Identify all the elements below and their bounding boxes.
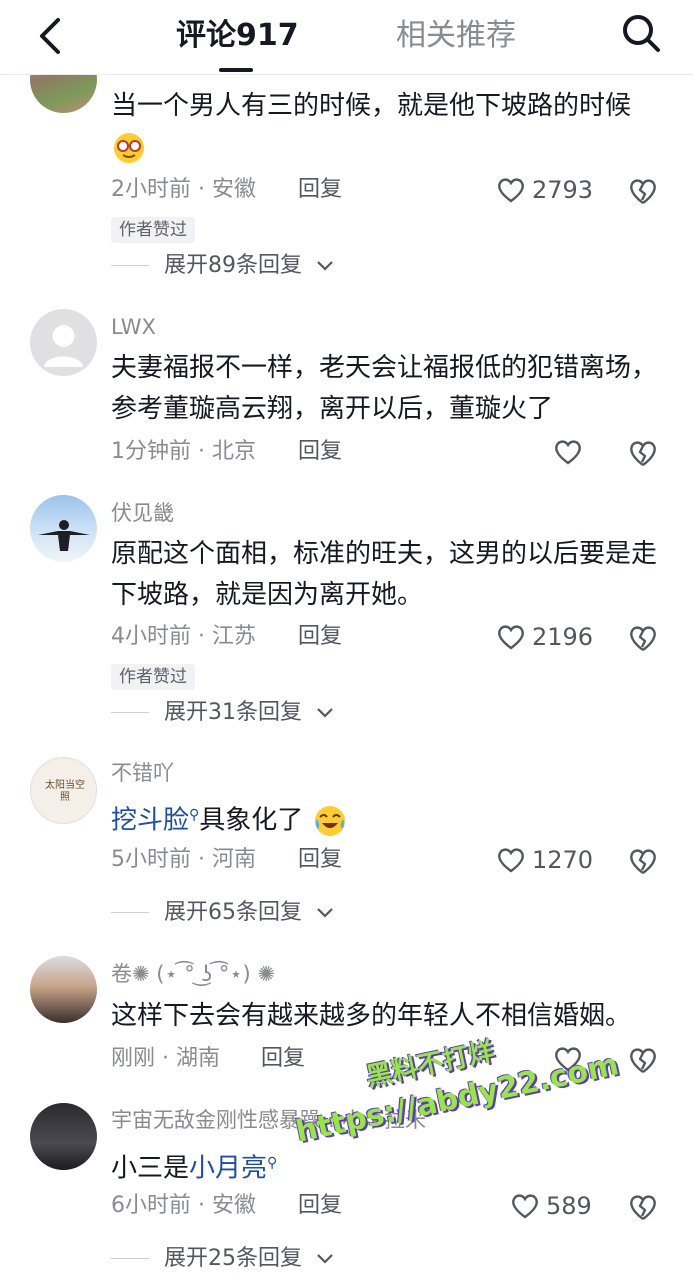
- chevron-down-icon: [317, 708, 333, 718]
- expand-replies-label: 展开25条回复: [164, 1246, 302, 1271]
- expand-replies-button[interactable]: 展开65条回复: [111, 898, 351, 928]
- search-icon[interactable]: [618, 10, 664, 56]
- expand-replies-button[interactable]: 展开89条回复: [111, 251, 351, 281]
- like-button[interactable]: [553, 435, 589, 469]
- glasses-face-emoji-icon: [114, 132, 144, 163]
- like-count: 1270: [532, 846, 594, 874]
- like-button[interactable]: 2793: [496, 173, 596, 207]
- avatar[interactable]: [30, 309, 97, 376]
- crying-laughing-emoji-icon: [314, 806, 345, 837]
- like-button[interactable]: 1270: [496, 843, 596, 877]
- broken-heart-icon[interactable]: [627, 1191, 659, 1223]
- search-keyword-link[interactable]: 挖斗脸: [111, 806, 189, 836]
- comment-meta: 5小时前 · 河南: [111, 847, 256, 872]
- comment-text: 原配这个面相，标准的旺夫，这男的以后要是走下坡路，就是因为离开她。: [111, 539, 658, 610]
- avatar[interactable]: [30, 956, 97, 1023]
- chevron-down-icon: [317, 1254, 333, 1264]
- broken-heart-icon[interactable]: [627, 622, 659, 654]
- reply-button[interactable]: 回复: [298, 437, 342, 467]
- expand-replies-button[interactable]: 展开31条回复: [111, 698, 351, 728]
- username[interactable]: LWX: [111, 313, 156, 341]
- heart-icon: [555, 1047, 581, 1072]
- avatar[interactable]: 太阳当空照: [30, 757, 97, 824]
- heart-icon: [555, 440, 581, 465]
- like-button[interactable]: [553, 1042, 589, 1076]
- like-count: 2793: [532, 176, 594, 204]
- comments-header: 评论917 相关推荐: [0, 0, 693, 75]
- expand-replies-label: 展开65条回复: [164, 900, 302, 925]
- comment-text: 夫妻福报不一样，老天会让福报低的犯错离场，参考董璇高云翔，离开以后，董璇火了: [111, 353, 658, 424]
- comment-meta: 1分钟前 · 北京: [111, 439, 256, 464]
- comment-text: 小三是小月亮⚲: [111, 1153, 278, 1184]
- search-mini-icon: ⚲: [267, 1155, 278, 1171]
- expand-replies-button[interactable]: 展开25条回复: [111, 1244, 351, 1274]
- active-tab-indicator: [219, 68, 253, 72]
- author-liked-badge: 作者赞过: [111, 217, 195, 243]
- comment-meta: 2小时前 · 安徽: [111, 177, 256, 202]
- comment-text: 这样下去会有越来越多的年轻人不相信婚姻。: [111, 1001, 632, 1031]
- reply-button[interactable]: 回复: [261, 1044, 305, 1074]
- reply-button[interactable]: 回复: [298, 175, 342, 205]
- expand-replies-label: 展开31条回复: [164, 700, 302, 725]
- reply-button[interactable]: 回复: [298, 845, 342, 875]
- heart-icon: [512, 1194, 538, 1219]
- reply-button[interactable]: 回复: [298, 622, 342, 652]
- search-mini-icon: ⚲: [189, 807, 200, 823]
- username[interactable]: 卷✺ (⋆ ͡° ͜ʖ ͡°⋆) ✺: [111, 960, 275, 988]
- tab-related[interactable]: 相关推荐: [396, 16, 516, 56]
- default-avatar-icon: [44, 325, 83, 367]
- like-button[interactable]: 2196: [496, 620, 596, 654]
- broken-heart-icon[interactable]: [627, 1044, 659, 1076]
- like-button[interactable]: 589: [510, 1189, 592, 1223]
- broken-heart-icon[interactable]: [627, 175, 659, 207]
- chevron-down-icon: [317, 908, 333, 918]
- username[interactable]: 伏见畿: [111, 499, 174, 527]
- comment-text: 挖斗脸⚲具象化了: [111, 795, 671, 842]
- divider: [111, 265, 149, 266]
- heart-icon: [498, 178, 524, 203]
- chevron-down-icon: [317, 261, 333, 271]
- watermark-line1: 黑料不打烊: [363, 1036, 497, 1094]
- comment-meta: 刚刚 · 湖南: [111, 1046, 221, 1071]
- comment-text: 当一个男人有三的时候，就是他下坡路的时候: [111, 86, 671, 168]
- avatar-text: 太阳当空照: [45, 780, 85, 803]
- heart-icon: [498, 848, 524, 873]
- comment-meta: 6小时前 · 安徽: [111, 1193, 256, 1218]
- broken-heart-icon[interactable]: [627, 845, 659, 877]
- comment-meta: 4小时前 · 江苏: [111, 624, 256, 649]
- avatar[interactable]: [30, 1103, 97, 1170]
- reply-button[interactable]: 回复: [298, 1191, 342, 1221]
- heart-icon: [498, 625, 524, 650]
- username[interactable]: 不错吖: [111, 759, 174, 787]
- person-silhouette: [38, 520, 90, 551]
- avatar[interactable]: [30, 495, 97, 562]
- like-count: 589: [546, 1192, 592, 1220]
- divider: [111, 712, 149, 713]
- divider: [111, 1258, 149, 1259]
- broken-heart-icon[interactable]: [627, 437, 659, 469]
- author-liked-badge: 作者赞过: [111, 664, 195, 690]
- back-arrow-icon[interactable]: [30, 14, 70, 58]
- like-count: 2196: [532, 623, 594, 651]
- tab-comments[interactable]: 评论917: [176, 16, 299, 56]
- expand-replies-label: 展开89条回复: [164, 253, 302, 278]
- username[interactable]: 宇宙无敌金刚性感暴躁…小卡拉米: [111, 1106, 541, 1134]
- divider: [111, 912, 149, 913]
- search-keyword-link[interactable]: 小月亮: [189, 1154, 267, 1184]
